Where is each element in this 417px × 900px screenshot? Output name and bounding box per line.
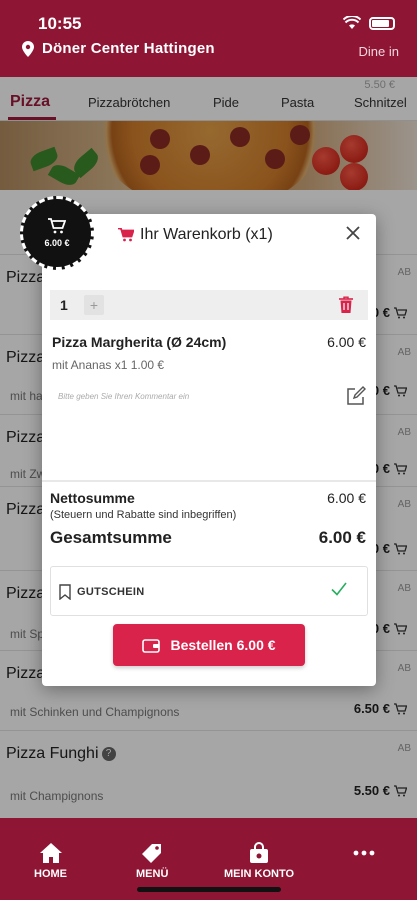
cart-item-name: Pizza Margherita (Ø 24cm) (52, 334, 227, 350)
wifi-icon (343, 16, 361, 29)
location-pin-icon (22, 40, 34, 57)
grand-total-value: 6.00 € (318, 528, 366, 547)
quantity-bar: 1 + (50, 290, 368, 320)
net-total-label: Nettosumme (50, 490, 135, 506)
nav-account[interactable]: MEIN KONTO (224, 842, 294, 880)
nav-home[interactable]: HOME (34, 842, 67, 880)
bag-icon (250, 842, 269, 863)
cart-icon (118, 228, 134, 242)
order-button[interactable]: Bestellen 6.00 € (113, 624, 305, 666)
comment-input[interactable]: Bitte geben Sie Ihren Kommentar ein (58, 392, 189, 401)
floating-cart-button[interactable]: 6.00 € (20, 196, 94, 270)
status-time: 10:55 (38, 14, 82, 33)
cart-badge-price: 6.00 € (44, 238, 70, 248)
cart-icon (48, 218, 66, 234)
close-icon[interactable] (342, 222, 364, 244)
restaurant-name: Döner Center Hattingen (42, 40, 215, 57)
bottom-navigation: HOME MENÜ MEIN KONTO (0, 818, 417, 900)
nav-menu[interactable]: MENÜ (136, 842, 168, 880)
home-icon (39, 843, 62, 863)
more-icon (353, 850, 375, 856)
check-icon[interactable] (329, 579, 349, 599)
quantity-value: 1 (60, 297, 68, 313)
divider (42, 480, 376, 482)
order-button-label: Bestellen 6.00 € (170, 637, 276, 653)
wallet-icon (142, 638, 161, 653)
status-icons (343, 16, 395, 30)
cart-item-extra: mit Ananas x1 1.00 € (52, 358, 165, 372)
location-selector[interactable]: Döner Center Hattingen (22, 40, 215, 57)
cart-item-price: 6.00 € (327, 334, 366, 350)
trash-icon[interactable] (338, 296, 354, 314)
grand-total-label: Gesamtsumme (50, 528, 172, 547)
net-total-value: 6.00 € (327, 490, 366, 506)
dine-in-toggle[interactable]: Dine in (359, 44, 399, 59)
app-header: 10:55 Döner Center Hattingen Dine in (0, 0, 417, 77)
bookmark-icon (59, 584, 71, 600)
coupon-field[interactable]: GUTSCHEIN (50, 566, 368, 616)
coupon-label: GUTSCHEIN (77, 586, 145, 598)
home-indicator (137, 887, 281, 892)
cart-title: Ihr Warenkorb (x1) (118, 226, 273, 244)
tax-note: (Steuern und Rabatte sind inbegriffen) (50, 509, 237, 521)
quantity-increase-button[interactable]: + (84, 295, 104, 315)
battery-icon (369, 16, 395, 30)
tag-icon (142, 844, 162, 863)
nav-more[interactable] (352, 848, 376, 858)
edit-icon[interactable] (346, 386, 366, 406)
cart-modal: Ihr Warenkorb (x1) 1 + Pizza Margherita … (42, 214, 376, 686)
